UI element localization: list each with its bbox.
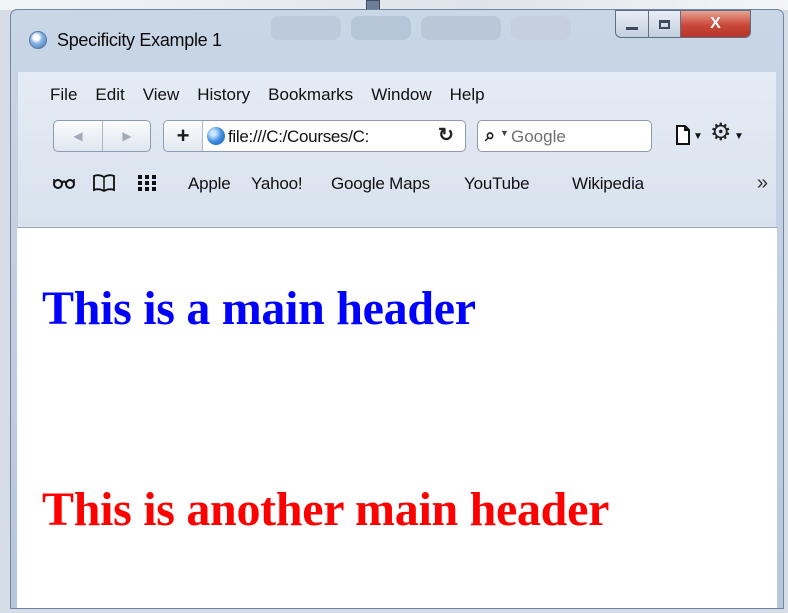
back-forward-group: ◀ ▶ (53, 120, 151, 152)
minimize-button[interactable] (615, 10, 649, 38)
bookmarks-overflow-icon[interactable]: » (757, 172, 768, 195)
gear-dropdown-icon[interactable]: ▼ (734, 131, 744, 142)
bookmark-wikipedia[interactable]: Wikipedia (572, 174, 644, 194)
close-icon: X (710, 15, 721, 32)
bookmark-yahoo[interactable]: Yahoo! (251, 174, 303, 194)
add-bookmark-button[interactable]: + (164, 121, 203, 151)
close-button[interactable]: X (681, 10, 751, 38)
gear-icon[interactable]: ⚙ (710, 121, 732, 145)
title-bar-blur (351, 16, 411, 40)
page-menu-icon[interactable] (675, 125, 691, 145)
browser-window: Specificity Example 1 X File Edit View H… (10, 9, 784, 609)
plus-icon: + (176, 123, 190, 148)
bookmark-youtube[interactable]: YouTube (464, 174, 530, 194)
reading-glasses-icon[interactable] (53, 177, 75, 189)
bookmark-apple[interactable]: Apple (188, 174, 231, 194)
title-bar-blur (271, 16, 341, 40)
menu-edit[interactable]: Edit (95, 85, 124, 105)
page-content: This is a main header This is another ma… (17, 227, 777, 608)
page-menu-dropdown-icon[interactable]: ▼ (693, 131, 703, 142)
search-input[interactable] (511, 127, 643, 147)
title-bar-blur (421, 16, 501, 40)
menu-view[interactable]: View (143, 85, 180, 105)
menu-help[interactable]: Help (450, 85, 485, 105)
grid-icon[interactable] (138, 175, 156, 191)
another-main-header: This is another main header (42, 483, 610, 536)
menu-window[interactable]: Window (371, 85, 431, 105)
forward-button[interactable]: ▶ (103, 121, 151, 151)
globe-icon (207, 127, 225, 145)
menu-file[interactable]: File (50, 85, 77, 105)
main-header: This is a main header (42, 282, 476, 335)
menu-history[interactable]: History (197, 85, 250, 105)
bookmark-google-maps[interactable]: Google Maps (331, 174, 430, 194)
open-book-icon[interactable] (93, 174, 115, 192)
maximize-button[interactable] (649, 10, 681, 38)
window-title: Specificity Example 1 (57, 30, 222, 50)
address-bar[interactable]: + file:///C:/Courses/C: ↻ (163, 120, 466, 152)
back-button[interactable]: ◀ (54, 121, 103, 151)
search-icon[interactable]: ⌕ (485, 125, 495, 146)
url-text[interactable]: file:///C:/Courses/C: (228, 127, 433, 147)
menu-bookmarks[interactable]: Bookmarks (268, 85, 353, 105)
minimize-icon (626, 26, 638, 30)
maximize-icon (659, 19, 670, 29)
navigation-bar: ◀ ▶ + file:///C:/Courses/C: ↻ ⌕ ▼ Google… (18, 116, 776, 156)
forward-arrow-icon: ▶ (122, 129, 132, 143)
title-bar-blur (511, 16, 571, 40)
title-bar[interactable]: Specificity Example 1 X (11, 10, 783, 72)
menu-bar: File Edit View History Bookmarks Window … (18, 80, 488, 110)
reload-icon[interactable]: ↻ (438, 124, 454, 147)
back-arrow-icon: ◀ (73, 129, 83, 143)
search-engine-dropdown-icon[interactable]: ▼ (500, 128, 509, 138)
bookmarks-bar: Apple Yahoo! Google Maps YouTube Wikiped… (18, 166, 776, 202)
search-box[interactable]: ⌕ ▼ (477, 120, 652, 152)
browser-app-icon[interactable] (29, 31, 47, 49)
browser-chrome: File Edit View History Bookmarks Window … (18, 72, 776, 228)
